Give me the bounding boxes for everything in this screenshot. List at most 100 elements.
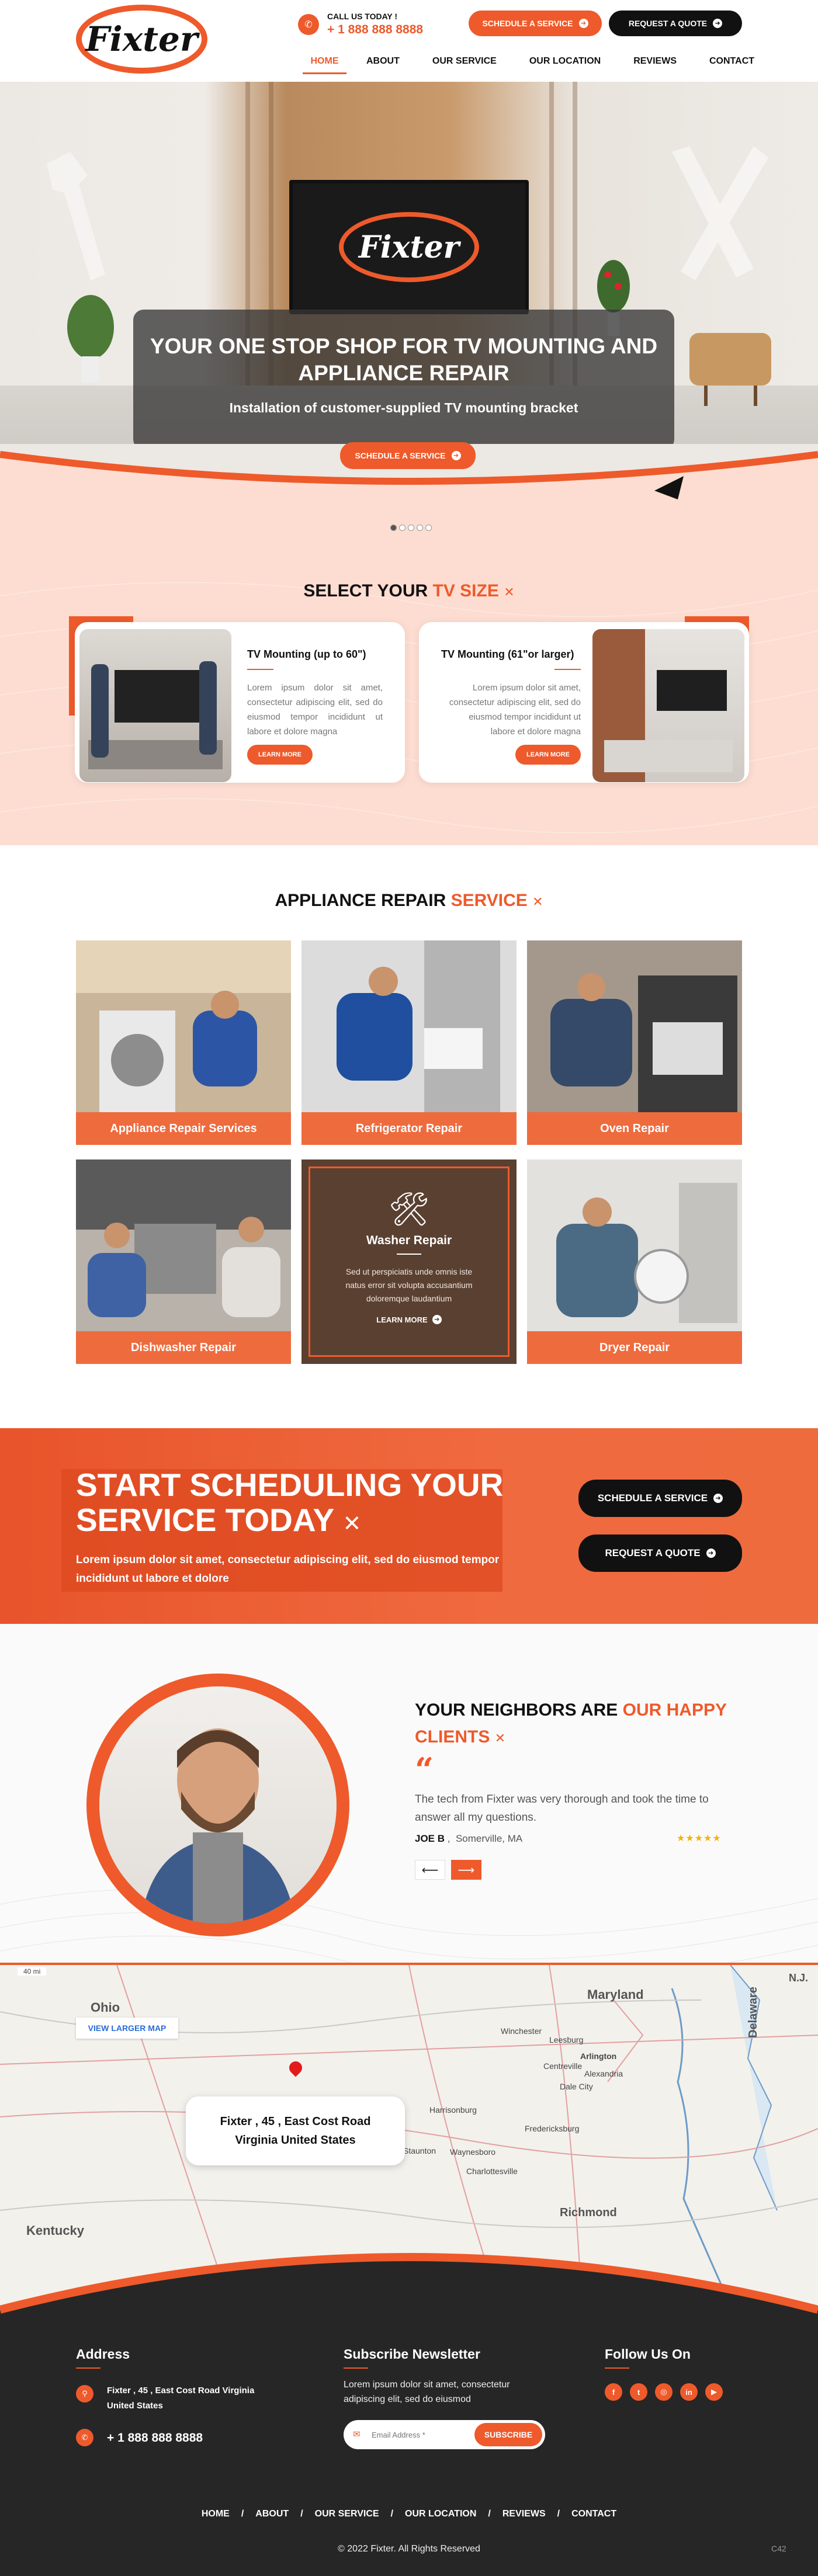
map-state-label: Kentucky — [26, 2223, 85, 2238]
tile-oven-repair[interactable]: Oven Repair — [527, 940, 742, 1145]
newsletter-heading: Subscribe Newsletter — [344, 2346, 480, 2362]
side-cabinet — [689, 333, 771, 406]
header-phone[interactable]: + 1 888 888 8888 — [327, 23, 423, 37]
footer-nav-our-service[interactable]: OUR SERVICE — [315, 2509, 379, 2519]
subscribe-button[interactable]: SUBSCRIBE — [474, 2423, 542, 2446]
map-city-label: Dale City — [560, 2082, 593, 2091]
tile-label: Dryer Repair — [527, 1331, 742, 1364]
location-map[interactable]: 40 mi Ohio Maryland Kentucky Delaware N.… — [0, 1963, 818, 2348]
slider-dot[interactable] — [417, 525, 423, 531]
plant-icon — [67, 295, 114, 383]
phone-icon: ✆ — [298, 13, 319, 35]
footer-nav-about[interactable]: ABOUT — [255, 2509, 289, 2519]
footer-heading-underline — [344, 2367, 368, 2369]
nav-our-location[interactable]: OUR LOCATION — [529, 53, 601, 74]
copyright: © 2022 Fixter. All Rights Reserved — [338, 2544, 480, 2554]
prev-arrow-button[interactable]: ⟵ — [415, 1860, 445, 1880]
tv-logo: Fixter — [339, 212, 479, 282]
footer-nav: HOME / ABOUT / OUR SERVICE / OUR LOCATION / … — [0, 2509, 818, 2519]
tv-card-small-image — [79, 629, 231, 782]
cross-tools-icon: ✕ — [504, 585, 515, 599]
map-city-label: Leesburg — [549, 2035, 584, 2044]
hero-subtitle: Installation of customer-supplied TV mou… — [229, 400, 578, 415]
call-label: CALL US TODAY ! — [327, 12, 398, 21]
header-schedule-button[interactable]: SCHEDULE A SERVICE ➜ — [469, 11, 602, 36]
map-scale: 40 mi — [18, 1967, 47, 1976]
living-room-image — [592, 629, 733, 782]
footer-address: Fixter , 45 , East Cost Road Virginia Un… — [107, 2386, 255, 2411]
map-city-label: Arlington — [580, 2051, 617, 2061]
footer-phone[interactable]: + 1 888 888 8888 — [107, 2431, 203, 2445]
nav-about[interactable]: ABOUT — [366, 53, 400, 74]
tv-card-large-learn-more[interactable]: LEARN MORE — [515, 745, 581, 765]
facebook-icon[interactable]: f — [605, 2383, 622, 2401]
tv-size-heading-accent: TV SIZE — [432, 581, 499, 600]
footer-nav-our-location[interactable]: OUR LOCATION — [405, 2509, 476, 2519]
nav-separator: / — [300, 2509, 303, 2519]
map-state-label: N.J. — [789, 1972, 809, 1984]
slider-dot[interactable] — [399, 525, 405, 531]
map-city-label: Alexandria — [584, 2069, 623, 2078]
cta-quote-button[interactable]: REQUEST A QUOTE ➜ — [578, 1535, 742, 1572]
slider-dot[interactable] — [390, 525, 397, 531]
call-us-block: ✆ CALL US TODAY ! + 1 888 888 8888 — [298, 12, 423, 37]
linkedin-icon[interactable]: in — [680, 2383, 698, 2401]
tv-size-heading-plain: SELECT YOUR — [303, 581, 428, 600]
email-input[interactable] — [372, 2421, 474, 2448]
tile-appliance-repair[interactable]: Appliance Repair Services — [76, 940, 291, 1145]
cross-tools-icon: ✕ — [494, 1731, 506, 1745]
footer-nav-contact[interactable]: CONTACT — [571, 2509, 616, 2519]
next-arrow-button[interactable]: ⟶ — [451, 1860, 481, 1880]
tile-refrigerator-repair[interactable]: Refrigerator Repair — [301, 940, 517, 1145]
hero-slider: Fixter YOUR ONE STOP SHOP FOR TV MOUNTIN… — [0, 82, 818, 491]
tile-washer-repair[interactable]: 🛠 Washer Repair Sed ut perspiciatis unde… — [301, 1159, 517, 1364]
map-city-label: Harrisonburg — [429, 2105, 477, 2115]
tile-label: Refrigerator Repair — [301, 1112, 517, 1145]
technicians-image — [88, 661, 223, 769]
newsletter-form: ✉ SUBSCRIBE — [344, 2420, 545, 2449]
logo-text: Fixter — [85, 19, 198, 59]
map-city-label: Staunton — [403, 2146, 436, 2155]
washer-overlay: 🛠 Washer Repair Sed ut perspiciatis unde… — [309, 1167, 509, 1357]
instagram-icon[interactable]: ◎ — [655, 2383, 673, 2401]
quote-icon: “ — [415, 1751, 434, 1789]
fixter-logo[interactable]: Fixter — [76, 5, 207, 74]
map-state-label: Maryland — [587, 1987, 644, 2002]
main-nav: HOME ABOUT OUR SERVICE OUR LOCATION REVI… — [298, 53, 754, 74]
tile-dishwasher-repair[interactable]: Dishwasher Repair — [76, 1159, 291, 1364]
cta-quote-label: REQUEST A QUOTE — [605, 1547, 701, 1558]
cta-schedule-button[interactable]: SCHEDULE A SERVICE ➜ — [578, 1480, 742, 1517]
map-city-label: Richmond — [560, 2206, 617, 2219]
slider-dot[interactable] — [425, 525, 432, 531]
arrow-right-icon: ➜ — [713, 19, 723, 28]
site-footer: Address ⚲ Fixter , 45 , East Cost Road V… — [0, 2334, 818, 2576]
cta-section: START SCHEDULING YOUR SERVICE TODAY ✕ Lo… — [0, 1428, 818, 1624]
nav-reviews[interactable]: REVIEWS — [633, 53, 677, 74]
washer-learn-more[interactable]: LEARN MORE ➜ — [376, 1315, 442, 1324]
twitter-icon[interactable]: t — [630, 2383, 647, 2401]
hero-title: YOUR ONE STOP SHOP FOR TV MOUNTING AND A… — [150, 334, 658, 385]
slider-dots — [390, 525, 432, 531]
dishwasher-repair-image — [76, 1159, 291, 1332]
footer-nav-home[interactable]: HOME — [202, 2509, 230, 2519]
header-quote-button[interactable]: REQUEST A QUOTE ➜ — [609, 11, 742, 36]
nav-our-service[interactable]: OUR SERVICE — [432, 53, 497, 74]
version-label: C42 — [771, 2544, 786, 2553]
view-larger-map-link[interactable]: VIEW LARGER MAP — [76, 2018, 178, 2039]
follow-heading: Follow Us On — [605, 2346, 691, 2362]
newsletter-text: Lorem ipsum dolor sit amet, consectetur … — [344, 2380, 510, 2404]
slider-dot[interactable] — [408, 525, 414, 531]
arrow-right-icon: ➜ — [706, 1549, 716, 1558]
hero-schedule-button[interactable]: SCHEDULE A SERVICE ➜ — [340, 442, 476, 469]
youtube-icon[interactable]: ▶ — [705, 2383, 723, 2401]
cross-tools-icon: ✕ — [342, 1512, 362, 1536]
social-links: f t ◎ in ▶ — [605, 2383, 723, 2401]
tv-card-small-learn-more[interactable]: LEARN MORE — [247, 745, 313, 765]
tv-card-small: TV Mounting (up to 60") Lorem ipsum dolo… — [75, 622, 405, 783]
tile-dryer-repair[interactable]: Dryer Repair — [527, 1159, 742, 1364]
tile-label: Dishwasher Repair — [76, 1331, 291, 1364]
nav-contact[interactable]: CONTACT — [709, 53, 754, 74]
card-underline — [247, 669, 273, 670]
nav-home[interactable]: HOME — [303, 53, 346, 74]
footer-nav-reviews[interactable]: REVIEWS — [502, 2509, 546, 2519]
